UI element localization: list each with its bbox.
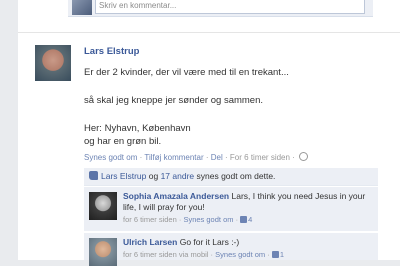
post-message-line: og har en grøn bil. bbox=[84, 136, 162, 147]
story-divider bbox=[18, 32, 400, 33]
comment-like-count[interactable]: 4 bbox=[248, 215, 252, 224]
separator: · bbox=[139, 153, 143, 162]
thumbs-up-icon bbox=[240, 216, 248, 223]
comment-body: Sophia Amazala Andersen Lars, I think yo… bbox=[123, 191, 373, 225]
comment-like-link[interactable]: Synes godt om bbox=[183, 215, 233, 224]
comment-timestamp[interactable]: for 6 timer siden bbox=[123, 215, 177, 224]
comment: Ulrich Larsen Go for it Lars :-) for 6 t… bbox=[84, 233, 378, 266]
comment-via: via mobil bbox=[178, 250, 209, 259]
author-avatar[interactable] bbox=[35, 45, 71, 81]
unlike-link[interactable]: Synes godt om bbox=[84, 153, 137, 162]
likes-connector: og bbox=[148, 171, 159, 181]
separator: · bbox=[292, 153, 295, 162]
separator: · bbox=[225, 153, 228, 162]
commenter-name[interactable]: Ulrich Larsen bbox=[123, 237, 177, 247]
post-message-line: Her: Nyhavn, København bbox=[84, 123, 191, 134]
previous-avatar[interactable] bbox=[72, 0, 92, 15]
globe-icon bbox=[299, 152, 309, 161]
post-author[interactable]: Lars Elstrup bbox=[84, 46, 139, 57]
post-timestamp[interactable]: For 6 timer siden bbox=[230, 153, 290, 162]
likes-summary: Lars Elstrup og 17 andre synes godt om d… bbox=[84, 168, 378, 186]
comment-timestamp[interactable]: for 6 timer siden bbox=[123, 250, 177, 259]
comment-meta: for 6 timer siden · Synes godt om · 4 bbox=[123, 215, 253, 224]
commenter-avatar[interactable] bbox=[89, 238, 117, 266]
add-comment-link[interactable]: Tilføj kommentar bbox=[144, 153, 203, 162]
comment-meta: for 6 timer siden via mobil · Synes godt… bbox=[123, 250, 285, 259]
post-message-line: så skal jeg kneppe jer sønder og sammen. bbox=[84, 95, 264, 106]
post-actions: Synes godt om · Tilføj kommentar · Del ·… bbox=[84, 152, 309, 162]
commenter-name[interactable]: Sophia Amazala Andersen bbox=[123, 191, 229, 201]
likes-suffix: synes godt om dette. bbox=[196, 171, 276, 181]
comment: Sophia Amazala Andersen Lars, I think yo… bbox=[84, 187, 378, 231]
previous-comment-input[interactable]: Skriv en kommentar... bbox=[95, 0, 365, 14]
comment-text: Go for it Lars :-) bbox=[179, 237, 240, 247]
comment-like-link[interactable]: Synes godt om bbox=[215, 250, 265, 259]
separator: · bbox=[205, 153, 209, 162]
thumbs-up-icon bbox=[89, 171, 98, 180]
liker-name-link[interactable]: Lars Elstrup bbox=[101, 171, 146, 181]
other-likers-link[interactable]: 17 andre bbox=[161, 171, 195, 181]
thumbs-up-icon bbox=[271, 251, 279, 258]
comment-like-count[interactable]: 1 bbox=[280, 250, 284, 259]
share-link[interactable]: Del bbox=[211, 153, 223, 162]
comment-body: Ulrich Larsen Go for it Lars :-) for 6 t… bbox=[123, 237, 373, 260]
post-message-line: Er der 2 kvinder, der vil være med til e… bbox=[84, 67, 289, 78]
commenter-avatar[interactable] bbox=[89, 192, 117, 220]
